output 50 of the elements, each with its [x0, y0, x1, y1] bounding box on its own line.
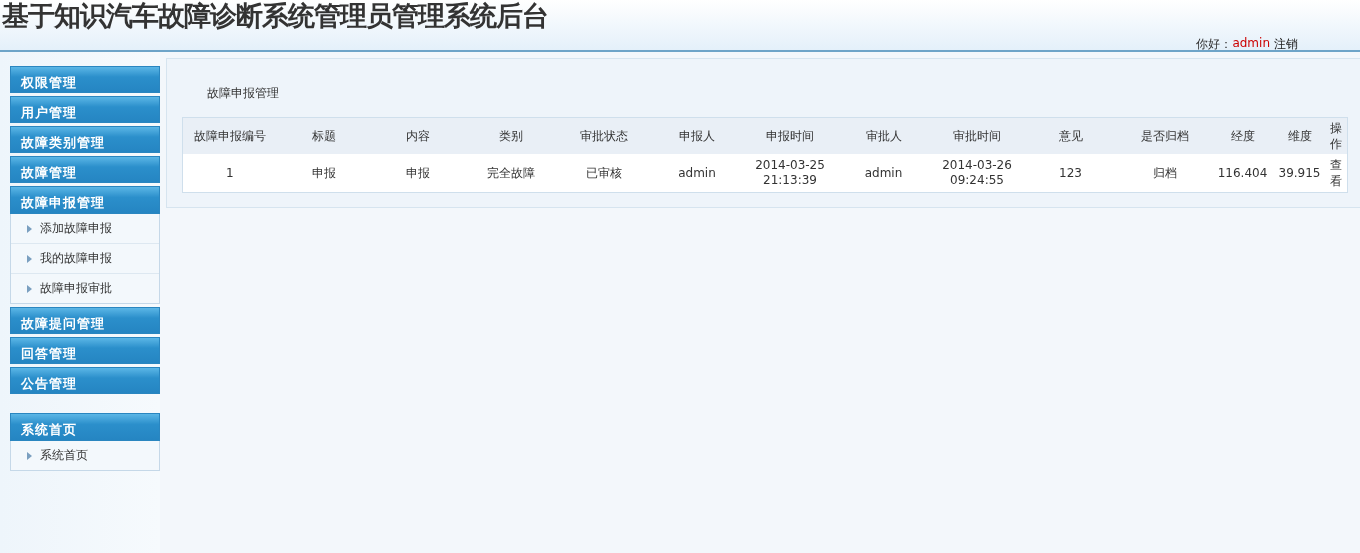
table-cell: 123	[1023, 154, 1118, 193]
menu-item[interactable]: 我的故障申报	[11, 244, 159, 274]
menu-header[interactable]: 系统首页	[10, 413, 160, 441]
menu-header[interactable]: 故障提问管理	[10, 307, 160, 334]
column-header: 审批人	[836, 117, 931, 154]
column-header: 意见	[1023, 117, 1118, 154]
column-header: 是否归档	[1117, 117, 1212, 154]
view-link[interactable]: 查看	[1325, 154, 1348, 193]
column-header: 内容	[370, 117, 465, 154]
menu-header[interactable]: 公告管理	[10, 367, 160, 394]
table-cell: 116.404	[1211, 154, 1274, 193]
table-cell: 申报	[370, 154, 465, 193]
column-header: 故障申报编号	[182, 117, 277, 154]
greeting: 你好：	[1196, 36, 1233, 53]
table-cell: 申报	[276, 154, 371, 193]
column-header: 操作	[1325, 117, 1348, 154]
menu-header[interactable]: 故障类别管理	[10, 126, 160, 153]
column-header: 审批时间	[930, 117, 1024, 154]
column-header: 申报人	[650, 117, 744, 154]
column-header: 类别	[464, 117, 557, 154]
menu-item[interactable]: 系统首页	[11, 441, 159, 470]
column-header: 经度	[1211, 117, 1274, 154]
logout-link[interactable]: 注销	[1274, 36, 1298, 53]
username: admin	[1232, 36, 1270, 52]
menu-item[interactable]: 添加故障申报	[11, 214, 159, 244]
table-cell: 归档	[1117, 154, 1212, 193]
triangle-icon	[27, 451, 32, 460]
column-header: 申报时间	[743, 117, 837, 154]
triangle-icon	[27, 224, 32, 233]
table-cell: 1	[182, 154, 277, 193]
table-cell: admin	[650, 154, 744, 193]
column-header: 维度	[1273, 117, 1326, 154]
menu-header[interactable]: 回答管理	[10, 337, 160, 364]
menu-header[interactable]: 权限管理	[10, 66, 160, 93]
column-header: 审批状态	[556, 117, 651, 154]
table-cell: 完全故障	[464, 154, 557, 193]
page-title: 基于知识汽车故障诊断系统管理员管理系统后台	[2, 1, 548, 31]
table-cell: admin	[836, 154, 931, 193]
table-cell: 2014-03-25 21:13:39	[743, 154, 837, 193]
table-cell: 39.915	[1273, 154, 1326, 193]
menu-header[interactable]: 用户管理	[10, 96, 160, 123]
table-cell: 2014-03-26 09:24:55	[930, 154, 1024, 193]
menu-header[interactable]: 故障管理	[10, 156, 160, 183]
triangle-icon	[27, 254, 32, 263]
breadcrumb: 故障申报管理	[207, 85, 279, 102]
menu-item[interactable]: 故障申报审批	[11, 274, 159, 303]
triangle-icon	[27, 284, 32, 293]
table-cell: 已审核	[556, 154, 651, 193]
menu-header[interactable]: 故障申报管理	[10, 186, 160, 214]
column-header: 标题	[276, 117, 371, 154]
